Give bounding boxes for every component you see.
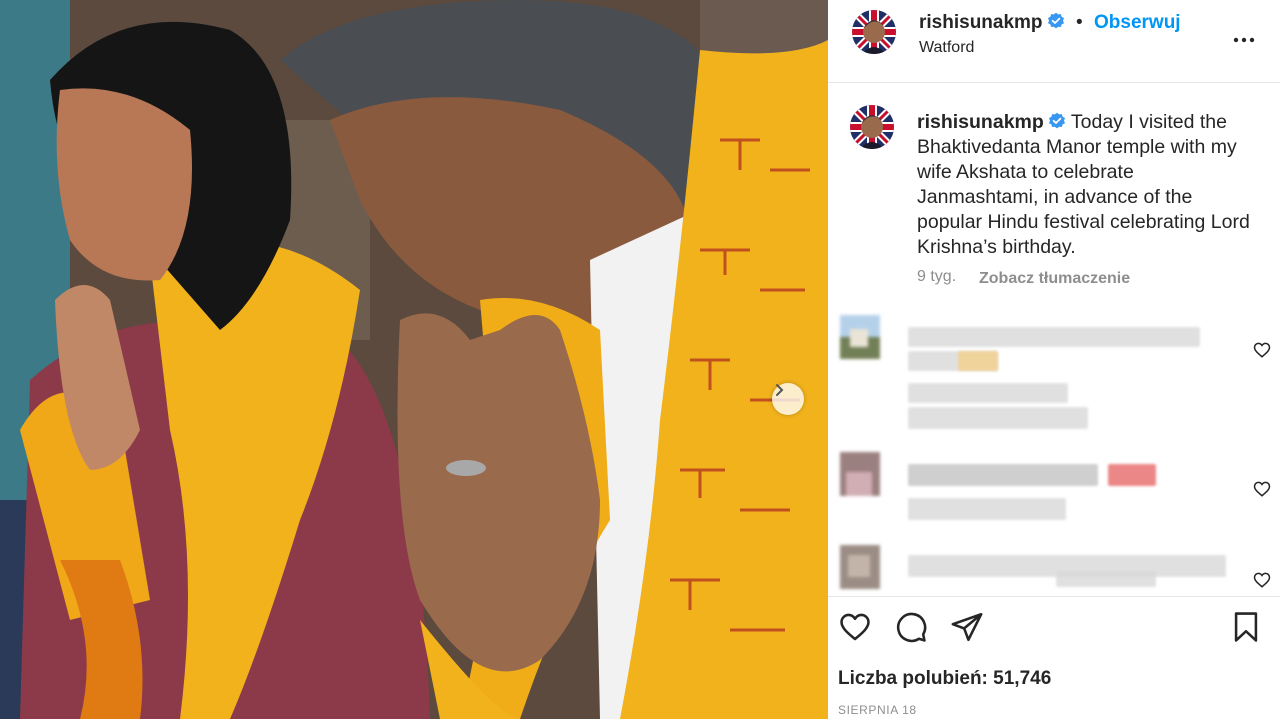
blurred-comment-text — [908, 327, 1200, 347]
comment-avatar[interactable] — [840, 452, 880, 496]
action-bar — [828, 610, 1280, 646]
comments-divider — [828, 596, 1280, 597]
header-divider — [828, 82, 1280, 83]
chevron-right-icon — [776, 384, 784, 396]
blurred-emoji — [958, 351, 998, 371]
comment-bubble-icon[interactable] — [894, 610, 928, 644]
see-translation-button[interactable]: Zobacz tłumaczenie — [979, 270, 1130, 288]
verified-badge-icon — [1047, 12, 1064, 29]
username-text: rishisunakmp — [919, 12, 1043, 33]
post-date: SIERPNIA 18 — [838, 703, 917, 717]
post-sidebar: rishisunakmp • Obserwuj Watford rishisun… — [828, 0, 1280, 719]
location-link[interactable]: Watford — [919, 39, 974, 57]
caption-text: Today I visited the Bhaktivedanta Manor … — [917, 111, 1250, 258]
post-age: 9 tyg. — [917, 268, 957, 285]
likes-count[interactable]: Liczba polubień: 51,746 — [838, 668, 1051, 690]
profile-picture — [852, 10, 896, 54]
comment-avatar[interactable] — [840, 315, 880, 359]
caption-avatar[interactable] — [850, 105, 894, 149]
next-photo-button[interactable] — [772, 383, 804, 415]
blurred-comment-meta — [908, 407, 1088, 429]
avatar[interactable] — [852, 10, 896, 54]
heart-icon[interactable] — [838, 610, 872, 644]
heart-icon[interactable] — [1253, 480, 1271, 498]
comment-avatar[interactable] — [840, 545, 880, 589]
verified-badge-icon — [1048, 112, 1065, 129]
heart-icon[interactable] — [1253, 571, 1271, 589]
bookmark-icon[interactable] — [1229, 610, 1263, 644]
blurred-comment-text — [1056, 571, 1156, 587]
blurred-comment-meta — [908, 383, 1068, 403]
more-options-icon[interactable] — [1232, 28, 1256, 52]
separator-dot: • — [1076, 12, 1083, 33]
photo-illustration — [0, 0, 828, 719]
follow-button[interactable]: Obserwuj — [1094, 12, 1181, 34]
caption-username[interactable]: rishisunakmp — [917, 111, 1044, 133]
blurred-comment-meta — [908, 498, 1066, 520]
post-photo — [0, 0, 828, 719]
blurred-emoji — [1108, 464, 1156, 486]
profile-picture — [850, 105, 894, 149]
post-caption: rishisunakmp Today I visited the Bhaktiv… — [917, 110, 1252, 260]
paper-plane-icon[interactable] — [950, 610, 984, 644]
heart-icon[interactable] — [1253, 341, 1271, 359]
header-username[interactable]: rishisunakmp — [919, 12, 1065, 34]
blurred-comment-text — [908, 464, 1098, 486]
